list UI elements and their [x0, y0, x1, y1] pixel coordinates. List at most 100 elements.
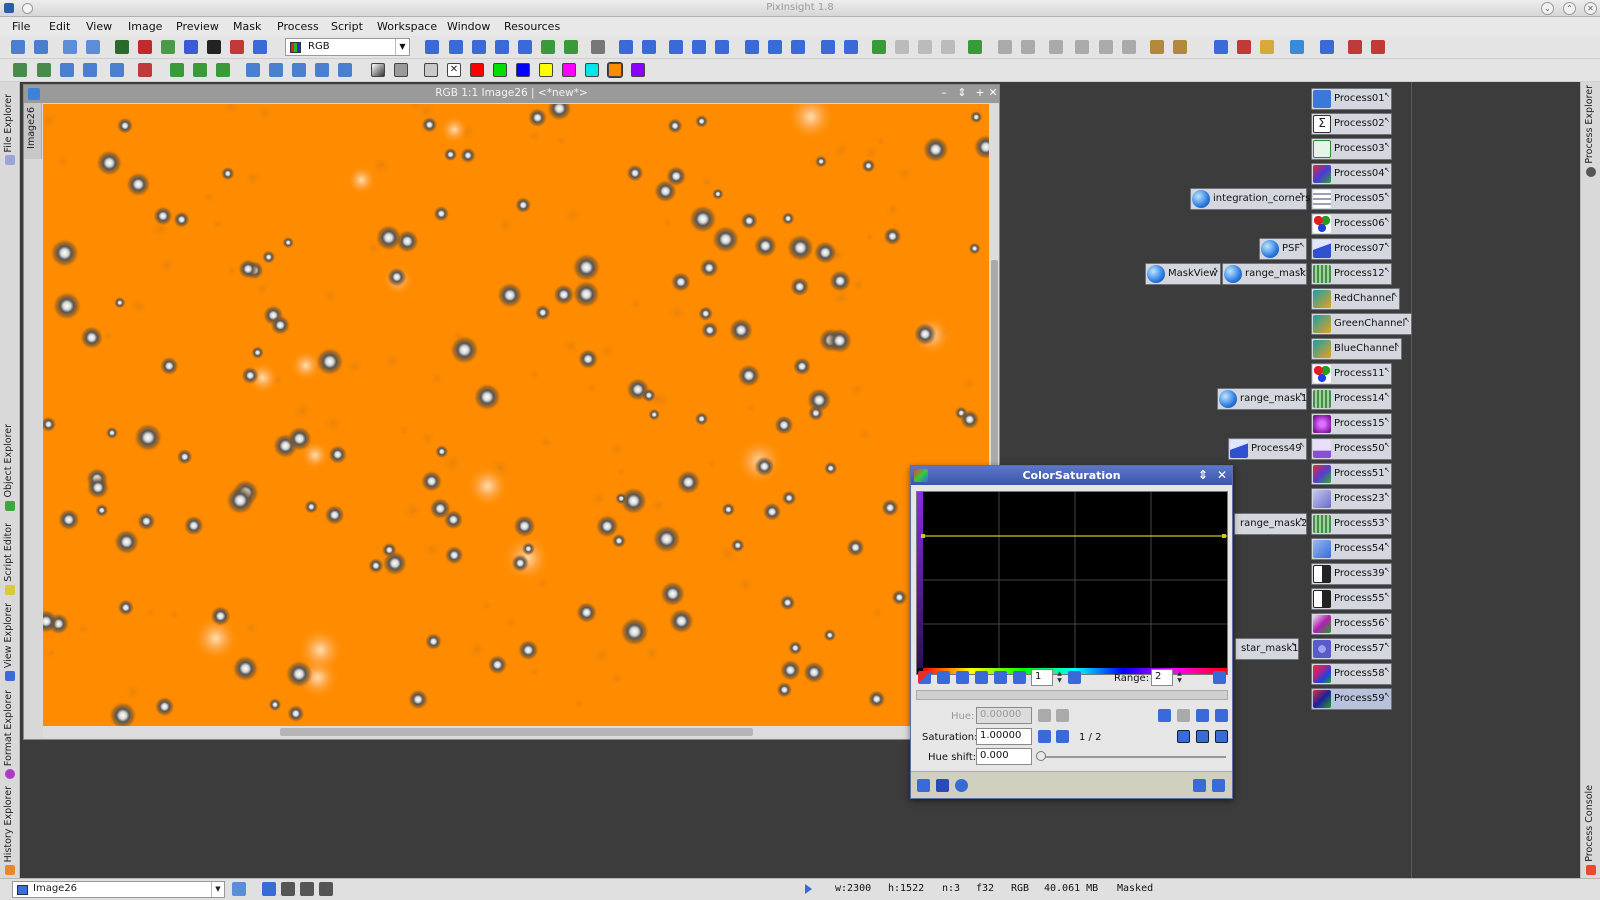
script-icon-star-mask1[interactable]: star_mask1 ↖ — [1235, 638, 1299, 660]
monitor-icon[interactable] — [1290, 40, 1304, 54]
hue-shift-slider[interactable] — [1038, 756, 1226, 758]
view-selector[interactable]: Image26 ▼ — [12, 881, 225, 898]
process-icon-process23[interactable]: Process23 ↖ — [1311, 488, 1392, 510]
pan-mode-icon[interactable] — [1013, 671, 1026, 684]
script-icon-maskview[interactable]: MaskView ↖ — [1145, 263, 1221, 285]
zoom-out-icon[interactable] — [642, 40, 656, 54]
blue-swatch-icon[interactable] — [516, 63, 530, 77]
process-icon-process50[interactable]: Process50 ↖ — [1311, 438, 1392, 460]
mask-invert-icon[interactable] — [253, 40, 267, 54]
new-instance-icon[interactable] — [917, 779, 930, 792]
channel-red-icon[interactable] — [138, 40, 152, 54]
zoom-1-1-icon[interactable] — [669, 40, 683, 54]
geometry-icon[interactable] — [110, 63, 124, 77]
tab-view-explorer[interactable]: View Explorer — [2, 598, 18, 682]
rotate-180-icon[interactable] — [292, 63, 306, 77]
zoom-1-2-icon[interactable] — [692, 40, 706, 54]
redo-icon[interactable] — [34, 40, 48, 54]
preferences-icon[interactable] — [1348, 40, 1362, 54]
image-identifier-tab[interactable]: Image26 — [24, 103, 42, 159]
process-icon-greenchannel[interactable]: GreenChannel ↖ — [1311, 313, 1412, 335]
rotate-icon[interactable] — [170, 63, 184, 77]
process-icon-process05[interactable]: Process05 ↖ — [1311, 188, 1392, 210]
close-icon[interactable]: ✕ — [986, 86, 1000, 100]
script-icon-integration-corners[interactable]: integration_corners ↖ — [1190, 188, 1310, 210]
process-icon-process06[interactable]: Process06 ↖ — [1311, 213, 1392, 235]
interpolation-akima-icon[interactable] — [1177, 730, 1190, 743]
script-icon-range-mask2[interactable]: range_mask2 ↖ — [1234, 513, 1307, 535]
rgb-swatch-icon[interactable] — [424, 63, 438, 77]
mask-remove-icon[interactable] — [83, 63, 97, 77]
mask-show-icon[interactable] — [230, 40, 244, 54]
rotate-cw-icon[interactable] — [269, 63, 283, 77]
process-icon-process53[interactable]: Process53 ↖ — [1311, 513, 1392, 535]
rotate-ccw-icon[interactable] — [246, 63, 260, 77]
tab-history-explorer[interactable]: History Explorer — [2, 782, 18, 876]
zoom-mode-icon[interactable] — [449, 40, 463, 54]
store-curve-icon[interactable] — [1196, 709, 1209, 722]
channel-green-icon[interactable] — [161, 40, 175, 54]
frame-icon[interactable] — [1099, 40, 1113, 54]
violet-swatch-icon[interactable] — [631, 63, 645, 77]
process-icon-process03[interactable]: Process03 ↖ — [1311, 138, 1392, 160]
menu-file[interactable]: File — [12, 20, 30, 33]
last-point-icon[interactable] — [1056, 730, 1069, 743]
readout-mode-icon[interactable] — [472, 40, 486, 54]
process-icon-process54[interactable]: Process54 ↖ — [1311, 538, 1392, 560]
invert-curve-icon[interactable] — [1158, 709, 1171, 722]
maximize-icon[interactable]: ⌃ — [1563, 2, 1576, 15]
mask-disable-icon[interactable] — [37, 63, 51, 77]
process-icon-process39[interactable]: Process39 ↖ — [1311, 563, 1392, 585]
mask-enable-icon[interactable] — [13, 63, 27, 77]
unlock-icon[interactable] — [1021, 40, 1035, 54]
arrange-icon[interactable] — [844, 40, 858, 54]
process-icon-process14[interactable]: Process14 ↖ — [1311, 388, 1392, 410]
process-icon-process58[interactable]: Process58 ↖ — [1311, 663, 1392, 685]
cascade-icon[interactable] — [821, 40, 835, 54]
zoom-reset-icon[interactable] — [1068, 671, 1081, 684]
frame-small-icon[interactable] — [1122, 40, 1136, 54]
menu-edit[interactable]: Edit — [49, 20, 70, 33]
channel-blue-icon[interactable] — [184, 40, 198, 54]
script-icon-process49[interactable]: Process49 ↖ — [1228, 438, 1307, 460]
red-swatch-icon[interactable] — [470, 63, 484, 77]
apply-global-icon[interactable] — [955, 779, 968, 792]
process-icon-bluechannel[interactable]: BlueChannel ↖ — [1311, 338, 1402, 360]
pointer-icon[interactable] — [591, 40, 605, 54]
channel-luminance-icon[interactable] — [207, 40, 221, 54]
rgb-channel-icon[interactable] — [115, 40, 129, 54]
process-icon-process01[interactable]: Process01 ↖ — [1311, 88, 1392, 110]
tab-process-console[interactable]: Process Console — [1583, 784, 1599, 876]
new-image-icon[interactable] — [63, 40, 77, 54]
stf-reset-icon[interactable] — [941, 40, 955, 54]
previous-point-icon[interactable] — [1038, 709, 1051, 722]
process-icon-process56[interactable]: Process56 ↖ — [1311, 613, 1392, 635]
process-icon-process02[interactable]: Σ Process02 ↖ — [1311, 113, 1392, 135]
script-icon[interactable] — [1237, 40, 1251, 54]
script-icon-psf[interactable]: PSF ↖ — [1259, 238, 1307, 260]
saturation-curve-graph[interactable] — [916, 491, 1228, 675]
new-preview-icon[interactable] — [541, 40, 555, 54]
transform-icon[interactable] — [138, 63, 152, 77]
saturation-field[interactable]: 1.00000 — [976, 728, 1032, 745]
tab-format-explorer[interactable]: Format Explorer — [2, 684, 18, 780]
menu-view[interactable]: View — [86, 20, 112, 33]
zoom-in-icon[interactable] — [619, 40, 633, 54]
tab-process-explorer[interactable]: Process Explorer — [1583, 85, 1599, 178]
script-icon-range-mask1[interactable]: range_mask1 ↖ — [1217, 388, 1307, 410]
maximize-icon[interactable]: + — [973, 86, 987, 100]
gray-swatch-icon[interactable] — [371, 63, 385, 77]
tile-icon[interactable] — [791, 40, 805, 54]
color-saturation-title[interactable]: ColorSaturation ⇕ ✕ — [911, 466, 1232, 485]
menu-process[interactable]: Process — [277, 20, 319, 33]
menu-mask[interactable]: Mask — [233, 20, 261, 33]
interpolation-cubic-icon[interactable] — [1196, 730, 1209, 743]
fit-view-icon[interactable] — [745, 40, 759, 54]
channel-1-toggle-icon[interactable] — [281, 882, 295, 896]
process-icon-process55[interactable]: Process55 ↖ — [1311, 588, 1392, 610]
next-point-icon[interactable] — [1038, 730, 1051, 743]
edit-point-mode-icon[interactable] — [918, 671, 931, 684]
zoom-out-mode-icon[interactable] — [994, 671, 1007, 684]
zoom-to-fit-icon[interactable] — [768, 40, 782, 54]
tab-object-explorer[interactable]: Object Explorer — [2, 422, 18, 512]
